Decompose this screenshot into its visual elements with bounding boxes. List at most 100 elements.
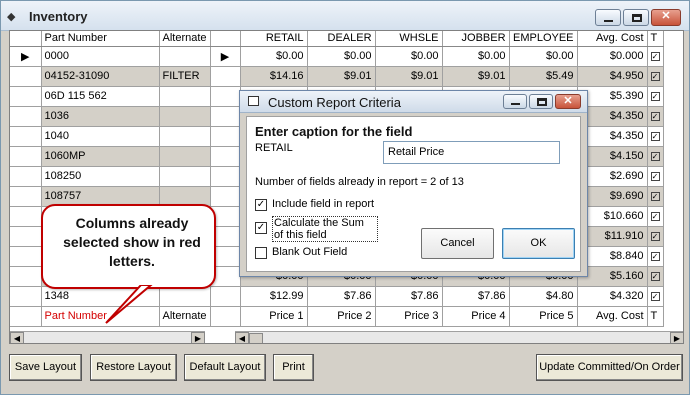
t-cell[interactable]: ✓ xyxy=(647,126,664,147)
avg-cost-cell[interactable]: $4.320 xyxy=(577,286,648,307)
jobber-cell[interactable]: $9.01 xyxy=(442,66,510,87)
part-number-cell[interactable]: 1040 xyxy=(41,126,160,147)
column-header-employee[interactable]: EMPLOYEE xyxy=(509,31,578,47)
print-button[interactable]: Print xyxy=(273,354,314,381)
save-layout-button[interactable]: Save Layout xyxy=(9,354,82,381)
grid-splitter-cell[interactable] xyxy=(210,66,241,87)
t-cell[interactable]: ✓ xyxy=(647,146,664,167)
t-cell[interactable]: ✓ xyxy=(647,66,664,87)
t-checkbox[interactable]: ✓ xyxy=(650,51,660,61)
row-selector[interactable] xyxy=(10,106,42,127)
part-number-cell[interactable]: 04152-31090 xyxy=(41,66,160,87)
whsle-cell[interactable]: $0.00 xyxy=(375,46,443,67)
table-row[interactable]: 04152-31090 FILTER $14.16 $9.01 $9.01 $9.01 $5… xyxy=(10,66,664,87)
t-cell[interactable]: ✓ xyxy=(647,246,664,267)
alternate-cell[interactable] xyxy=(159,126,211,147)
retail-cell[interactable]: $0.00 xyxy=(240,46,308,67)
t-checkbox[interactable]: ✓ xyxy=(650,251,660,261)
row-selector[interactable] xyxy=(10,66,42,87)
row-selector[interactable] xyxy=(10,206,42,227)
scroll-left-icon[interactable]: ◀ xyxy=(235,332,249,343)
minimize-button[interactable] xyxy=(595,9,621,26)
row-selector[interactable] xyxy=(10,286,42,307)
t-cell[interactable]: ✓ xyxy=(647,106,664,127)
grid-splitter-cell[interactable] xyxy=(210,126,241,147)
part-number-cell[interactable]: 108757 xyxy=(41,186,160,207)
grid-splitter-cell[interactable] xyxy=(210,186,241,207)
dialog-minimize-button[interactable] xyxy=(503,94,527,109)
row-selector[interactable] xyxy=(10,166,42,187)
t-cell[interactable]: ✓ xyxy=(647,266,664,287)
t-checkbox[interactable]: ✓ xyxy=(650,271,660,281)
whsle-cell[interactable]: $7.86 xyxy=(375,286,443,307)
alternate-cell[interactable] xyxy=(159,106,211,127)
avg-cost-cell[interactable]: $0.000 xyxy=(577,46,648,67)
alternate-cell[interactable] xyxy=(159,186,211,207)
grid-splitter-cell[interactable] xyxy=(210,286,241,307)
scroll-thumb[interactable] xyxy=(249,333,263,343)
close-button[interactable]: ✕ xyxy=(651,9,681,26)
table-row[interactable]: ▶ 0000 ▶ $0.00 $0.00 $0.00 $0.00 $0.00 $0.000 ✓ xyxy=(10,46,664,67)
alternate-cell[interactable] xyxy=(159,286,211,307)
part-number-cell[interactable]: 108250 xyxy=(41,166,160,187)
grid-splitter-cell[interactable] xyxy=(210,166,241,187)
employee-cell[interactable]: $0.00 xyxy=(509,46,578,67)
maximize-button[interactable] xyxy=(623,9,649,26)
grid-splitter-cell[interactable] xyxy=(210,86,241,107)
part-number-cell[interactable]: 1036 xyxy=(41,106,160,127)
ok-button[interactable]: OK xyxy=(502,228,575,259)
right-horizontal-scrollbar[interactable]: ◀ ▶ xyxy=(235,331,683,343)
left-horizontal-scrollbar[interactable]: ◀ ▶ xyxy=(10,331,205,343)
column-header-alternate[interactable]: Alternate xyxy=(159,31,211,47)
row-selector[interactable] xyxy=(10,246,42,267)
retail-cell[interactable]: $14.16 xyxy=(240,66,308,87)
alternate-cell[interactable] xyxy=(159,86,211,107)
column-header-dealer[interactable]: DEALER xyxy=(307,31,376,47)
column-header-jobber[interactable]: JOBBER xyxy=(442,31,510,47)
column-header-t[interactable]: T xyxy=(647,31,664,47)
part-number-cell[interactable]: 06D 115 562 xyxy=(41,86,160,107)
column-header-retail[interactable]: RETAIL xyxy=(240,31,308,47)
cancel-button[interactable]: Cancel xyxy=(421,228,494,259)
column-header-avg-cost[interactable]: Avg. Cost xyxy=(577,31,648,47)
jobber-cell[interactable]: $0.00 xyxy=(442,46,510,67)
alternate-cell[interactable] xyxy=(159,146,211,167)
include-checkbox-box[interactable]: ✓ xyxy=(255,199,267,211)
column-header-whsle[interactable]: WHSLE xyxy=(375,31,443,47)
t-cell[interactable]: ✓ xyxy=(647,206,664,227)
row-selector[interactable] xyxy=(10,186,42,207)
dialog-maximize-button[interactable] xyxy=(529,94,553,109)
row-selector[interactable] xyxy=(10,266,42,287)
alternate-cell[interactable] xyxy=(159,166,211,187)
grid-splitter-cell[interactable]: ▶ xyxy=(210,46,241,67)
retail-cell[interactable]: $12.99 xyxy=(240,286,308,307)
default-layout-button[interactable]: Default Layout xyxy=(184,354,266,381)
t-cell[interactable]: ✓ xyxy=(647,46,664,67)
caption-input[interactable]: Retail Price xyxy=(383,141,560,164)
t-checkbox[interactable]: ✓ xyxy=(650,191,660,201)
t-checkbox[interactable]: ✓ xyxy=(650,151,660,161)
scroll-right-icon[interactable]: ▶ xyxy=(670,332,683,343)
grid-splitter-cell[interactable] xyxy=(210,146,241,167)
avg-cost-cell[interactable]: $4.950 xyxy=(577,66,648,87)
dialog-close-button[interactable]: ✕ xyxy=(555,94,581,109)
blank-out-field-checkbox[interactable]: Blank Out Field xyxy=(255,246,347,259)
scroll-left-icon[interactable]: ◀ xyxy=(10,332,24,343)
row-selector[interactable] xyxy=(10,126,42,147)
t-cell[interactable]: ✓ xyxy=(647,166,664,187)
t-cell[interactable]: ✓ xyxy=(647,286,664,307)
t-cell[interactable]: ✓ xyxy=(647,186,664,207)
column-header-part-number[interactable]: Part Number xyxy=(41,31,160,47)
blank-checkbox-box[interactable] xyxy=(255,247,267,259)
row-selector[interactable]: ▶ xyxy=(10,46,42,67)
t-checkbox[interactable]: ✓ xyxy=(650,71,660,81)
t-checkbox[interactable]: ✓ xyxy=(650,111,660,121)
jobber-cell[interactable]: $7.86 xyxy=(442,286,510,307)
part-number-cell[interactable]: 0000 xyxy=(41,46,160,67)
t-checkbox[interactable]: ✓ xyxy=(650,211,660,221)
t-cell[interactable]: ✓ xyxy=(647,86,664,107)
whsle-cell[interactable]: $9.01 xyxy=(375,66,443,87)
include-field-checkbox[interactable]: ✓ Include field in report xyxy=(255,198,374,211)
part-number-cell[interactable]: 1060MP xyxy=(41,146,160,167)
dealer-cell[interactable]: $9.01 xyxy=(307,66,376,87)
